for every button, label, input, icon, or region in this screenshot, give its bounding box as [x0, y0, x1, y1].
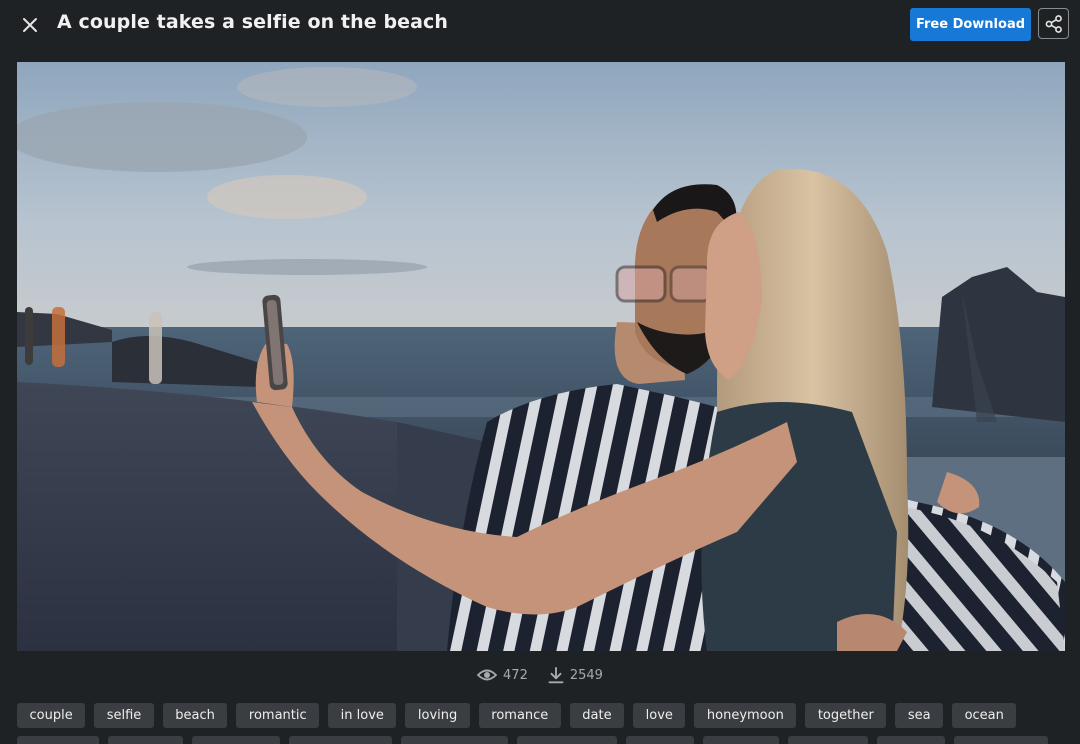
- tag-ocean[interactable]: ocean: [952, 703, 1017, 728]
- views-stat: 472: [477, 668, 528, 683]
- downloads-stat: 2549: [548, 666, 603, 684]
- tag-love[interactable]: love: [633, 703, 686, 728]
- tag-sea[interactable]: sea: [895, 703, 944, 728]
- share-button[interactable]: [1038, 8, 1069, 39]
- tag-clipped[interactable]: [289, 736, 392, 744]
- tag-romance[interactable]: romance: [478, 703, 561, 728]
- free-download-button[interactable]: Free Download: [910, 8, 1031, 41]
- media-viewer: A couple takes a selfie on the beach Fre…: [0, 0, 1080, 744]
- downloads-count: 2549: [569, 667, 603, 683]
- close-button[interactable]: [18, 13, 42, 37]
- tag-couple[interactable]: couple: [17, 703, 86, 728]
- tag-selfie[interactable]: selfie: [94, 703, 154, 728]
- tag-clipped[interactable]: [703, 736, 779, 744]
- page-title: A couple takes a selfie on the beach: [57, 11, 449, 33]
- tag-honeymoon[interactable]: honeymoon: [694, 703, 797, 728]
- close-icon: [23, 18, 37, 32]
- tag-clipped[interactable]: [517, 736, 617, 744]
- tag-in-love[interactable]: in love: [328, 703, 397, 728]
- tag-clipped[interactable]: [877, 736, 945, 744]
- tag-beach[interactable]: beach: [162, 703, 228, 728]
- tag-loving[interactable]: loving: [405, 703, 470, 728]
- tag-clipped[interactable]: [788, 736, 868, 744]
- media-stats: 472 2549: [0, 664, 1080, 686]
- main-photo: [17, 62, 1065, 651]
- views-count: 472: [503, 667, 528, 683]
- tag-together[interactable]: together: [805, 703, 887, 728]
- eye-icon: [477, 669, 498, 681]
- tag-romantic[interactable]: romantic: [236, 703, 320, 728]
- tag-clipped[interactable]: [626, 736, 694, 744]
- download-icon: [548, 666, 564, 683]
- tag-list: couple selfie beach romantic in love lov…: [17, 703, 1067, 744]
- tag-clipped[interactable]: [401, 736, 508, 744]
- tag-clipped[interactable]: [17, 736, 99, 744]
- tag-clipped[interactable]: [954, 736, 1048, 744]
- viewer-header: A couple takes a selfie on the beach Fre…: [0, 0, 1080, 50]
- tag-clipped[interactable]: [192, 736, 280, 744]
- tag-clipped[interactable]: [108, 736, 183, 744]
- tag-date[interactable]: date: [569, 703, 625, 728]
- share-icon: [1045, 14, 1062, 33]
